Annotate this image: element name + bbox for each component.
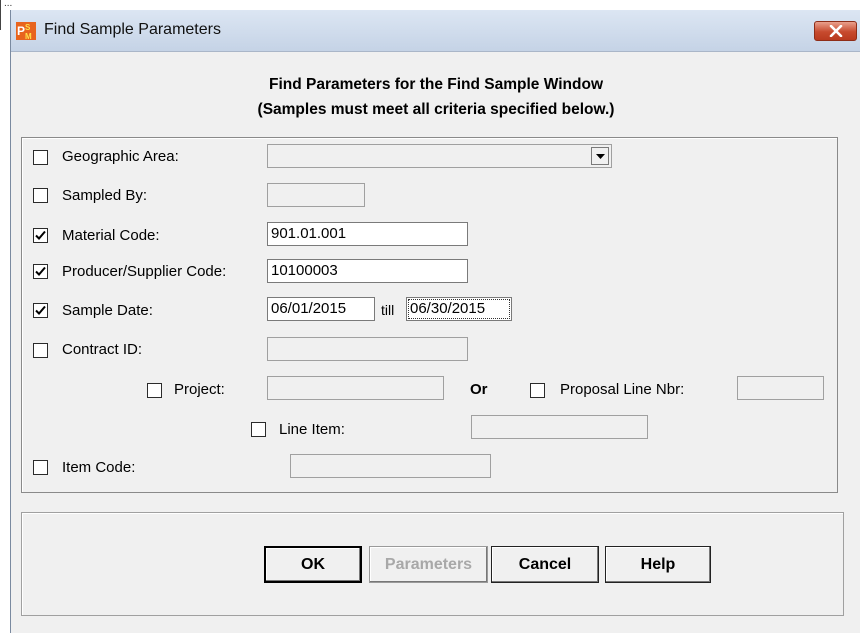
material-code-field[interactable]: 901.01.001 — [267, 222, 468, 246]
line-item-label: Line Item: — [279, 421, 345, 438]
svg-text:S: S — [25, 23, 31, 32]
proposal-line-nbr-checkbox[interactable] — [530, 383, 545, 398]
psm-app-icon: P S M — [16, 22, 36, 41]
window-title: Find Sample Parameters — [44, 21, 221, 38]
line-item-checkbox[interactable] — [251, 422, 266, 437]
geographic-area-label: Geographic Area: — [62, 148, 179, 165]
checkmark-icon — [35, 230, 46, 240]
checkmark-icon — [35, 305, 46, 315]
project-label: Project: — [174, 381, 225, 398]
background-divider — [0, 0, 1, 30]
project-checkbox[interactable] — [147, 383, 162, 398]
or-label: Or — [470, 381, 488, 398]
proposal-line-nbr-field[interactable] — [737, 376, 824, 400]
parameters-button[interactable]: Parameters — [369, 546, 488, 583]
material-code-checkbox[interactable] — [33, 228, 48, 243]
sample-date-checkbox[interactable] — [33, 303, 48, 318]
dropdown-button[interactable] — [591, 147, 609, 165]
dialog-heading: Find Parameters for the Find Sample Wind… — [268, 76, 603, 93]
close-button[interactable] — [814, 21, 857, 41]
cancel-button[interactable]: Cancel — [491, 546, 599, 583]
sample-date-from-field[interactable]: 06/01/2015 — [267, 297, 375, 321]
project-field[interactable] — [267, 376, 444, 400]
sample-date-label: Sample Date: — [62, 302, 153, 319]
sampled-by-field[interactable] — [267, 183, 365, 207]
geographic-area-dropdown[interactable] — [267, 144, 612, 168]
chevron-down-icon — [596, 154, 605, 159]
svg-text:P: P — [17, 24, 25, 38]
sampled-by-checkbox[interactable] — [33, 188, 48, 203]
background-fragment-text: ... — [4, 0, 13, 9]
item-code-label: Item Code: — [62, 459, 136, 476]
producer-supplier-code-label: Producer/Supplier Code: — [62, 263, 227, 280]
till-label: till — [381, 302, 395, 318]
title-bar[interactable]: P S M Find Sample Parameters — [11, 10, 860, 52]
find-sample-parameters-dialog: P S M Find Sample Parameters Find Parame… — [10, 10, 860, 633]
sampled-by-label: Sampled By: — [62, 187, 148, 204]
material-code-label: Material Code: — [62, 227, 160, 244]
ok-button[interactable]: OK — [264, 546, 362, 583]
producer-supplier-code-checkbox[interactable] — [33, 264, 48, 279]
contract-id-field[interactable] — [267, 337, 468, 361]
close-icon — [829, 25, 843, 37]
contract-id-label: Contract ID: — [62, 341, 143, 358]
item-code-checkbox[interactable] — [33, 460, 48, 475]
producer-supplier-code-field[interactable]: 10100003 — [267, 259, 468, 283]
geographic-area-checkbox[interactable] — [33, 150, 48, 165]
checkmark-icon — [35, 266, 46, 276]
item-code-field[interactable] — [290, 454, 491, 478]
help-button[interactable]: Help — [605, 546, 711, 583]
sample-date-to-field[interactable]: 06/30/2015 — [406, 297, 512, 321]
dialog-subheading: (Samples must meet all criteria specifie… — [257, 101, 615, 118]
svg-text:M: M — [25, 32, 32, 40]
line-item-field[interactable] — [471, 415, 648, 439]
contract-id-checkbox[interactable] — [33, 343, 48, 358]
proposal-line-nbr-label: Proposal Line Nbr: — [560, 381, 685, 398]
